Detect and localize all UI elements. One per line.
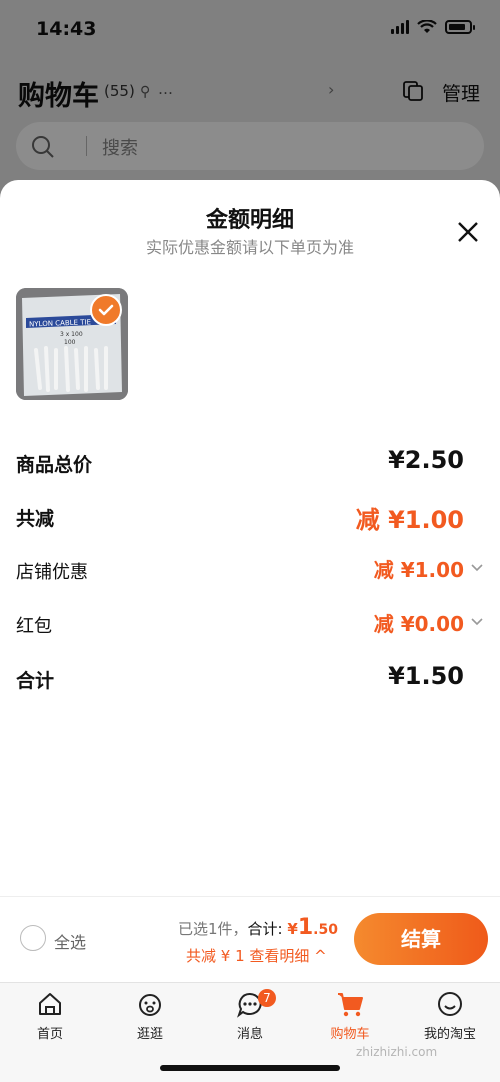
row-label: 店铺优惠 [16,562,88,583]
row-label: 红包 [16,616,52,637]
tab-profile[interactable]: 我的淘宝 [400,989,500,1045]
checkout-bar: 全选 已选1件，合计: ¥1.50 共减 ¥ 1 查看明细 ^ 结算 [0,896,500,982]
row-label: 商品总价 [16,454,93,476]
total-integer: 1 [297,915,314,940]
sheet-subtitle: 实际优惠金额请以下单页为准 [145,238,354,257]
cart-icon [338,993,363,1017]
row-value: 减 ¥1.00 [355,506,464,534]
total-amount: ¥1.50 [287,915,338,940]
chevron-down-icon[interactable] [470,560,484,574]
tab-cart[interactable]: 购物车 [300,989,400,1045]
tab-label: 逛逛 [136,1027,163,1042]
selection-summary: 已选1件，合计: ¥1.50 [178,915,338,940]
checkout-button[interactable]: 结算 [354,913,488,965]
product-qty-text: 100 [64,339,76,346]
row-goods-total: 商品总价 ¥2.50 [16,446,484,482]
discover-icon [139,994,161,1016]
tab-messages[interactable]: 7 消息 [200,989,300,1045]
message-badge: 7 [258,989,276,1007]
tab-label: 首页 [36,1027,63,1042]
row-value: 减 ¥1.00 [373,558,464,582]
row-value: 减 ¥0.00 [373,612,464,636]
row-red-packet[interactable]: 红包 减 ¥0.00 [16,608,484,644]
sheet-title: 金额明细 [205,208,294,233]
watermark-text: zhizhizhi.com [356,1045,438,1059]
total-currency: ¥ [287,920,298,938]
row-shop-coupon[interactable]: 店铺优惠 减 ¥1.00 [16,554,484,590]
profile-icon [438,992,462,1016]
amount-details-sheet: 金额明细 实际优惠金额请以下单页为准 NYLON CABLE TIE 3 x 1… [0,180,500,896]
selected-check-icon[interactable] [90,294,122,326]
tab-label: 消息 [236,1027,263,1042]
tab-bar: 首页 逛逛 7 消息 购物车 我的淘宝 zhizhizhi.com [0,982,500,1082]
row-value: ¥1.50 [388,662,464,690]
view-details-link[interactable]: 共减 ¥ 1 查看明细 ^ [186,945,327,966]
modal-backdrop[interactable] [0,0,500,200]
home-icon [39,993,61,1015]
home-indicator [160,1065,340,1071]
row-grand-total: 合计 ¥1.50 [16,662,484,698]
select-all-checkbox[interactable] [20,925,46,951]
total-cents: .50 [313,922,338,938]
tab-home[interactable]: 首页 [0,989,100,1045]
tab-discover[interactable]: 逛逛 [100,989,200,1045]
row-value: ¥2.50 [388,446,464,474]
tab-label: 购物车 [330,1027,370,1042]
product-size-text: 3 x 100 [60,331,83,338]
selected-count: 已选1件， [178,920,248,938]
total-label: 合计: [247,920,283,938]
chevron-down-icon[interactable] [470,614,484,628]
row-label: 共减 [16,508,55,530]
close-icon[interactable] [456,220,480,244]
select-all-label[interactable]: 全选 [54,929,86,953]
row-total-discount: 共减 减 ¥1.00 [16,500,484,536]
tab-label: 我的淘宝 [423,1027,476,1042]
row-label: 合计 [16,670,55,692]
